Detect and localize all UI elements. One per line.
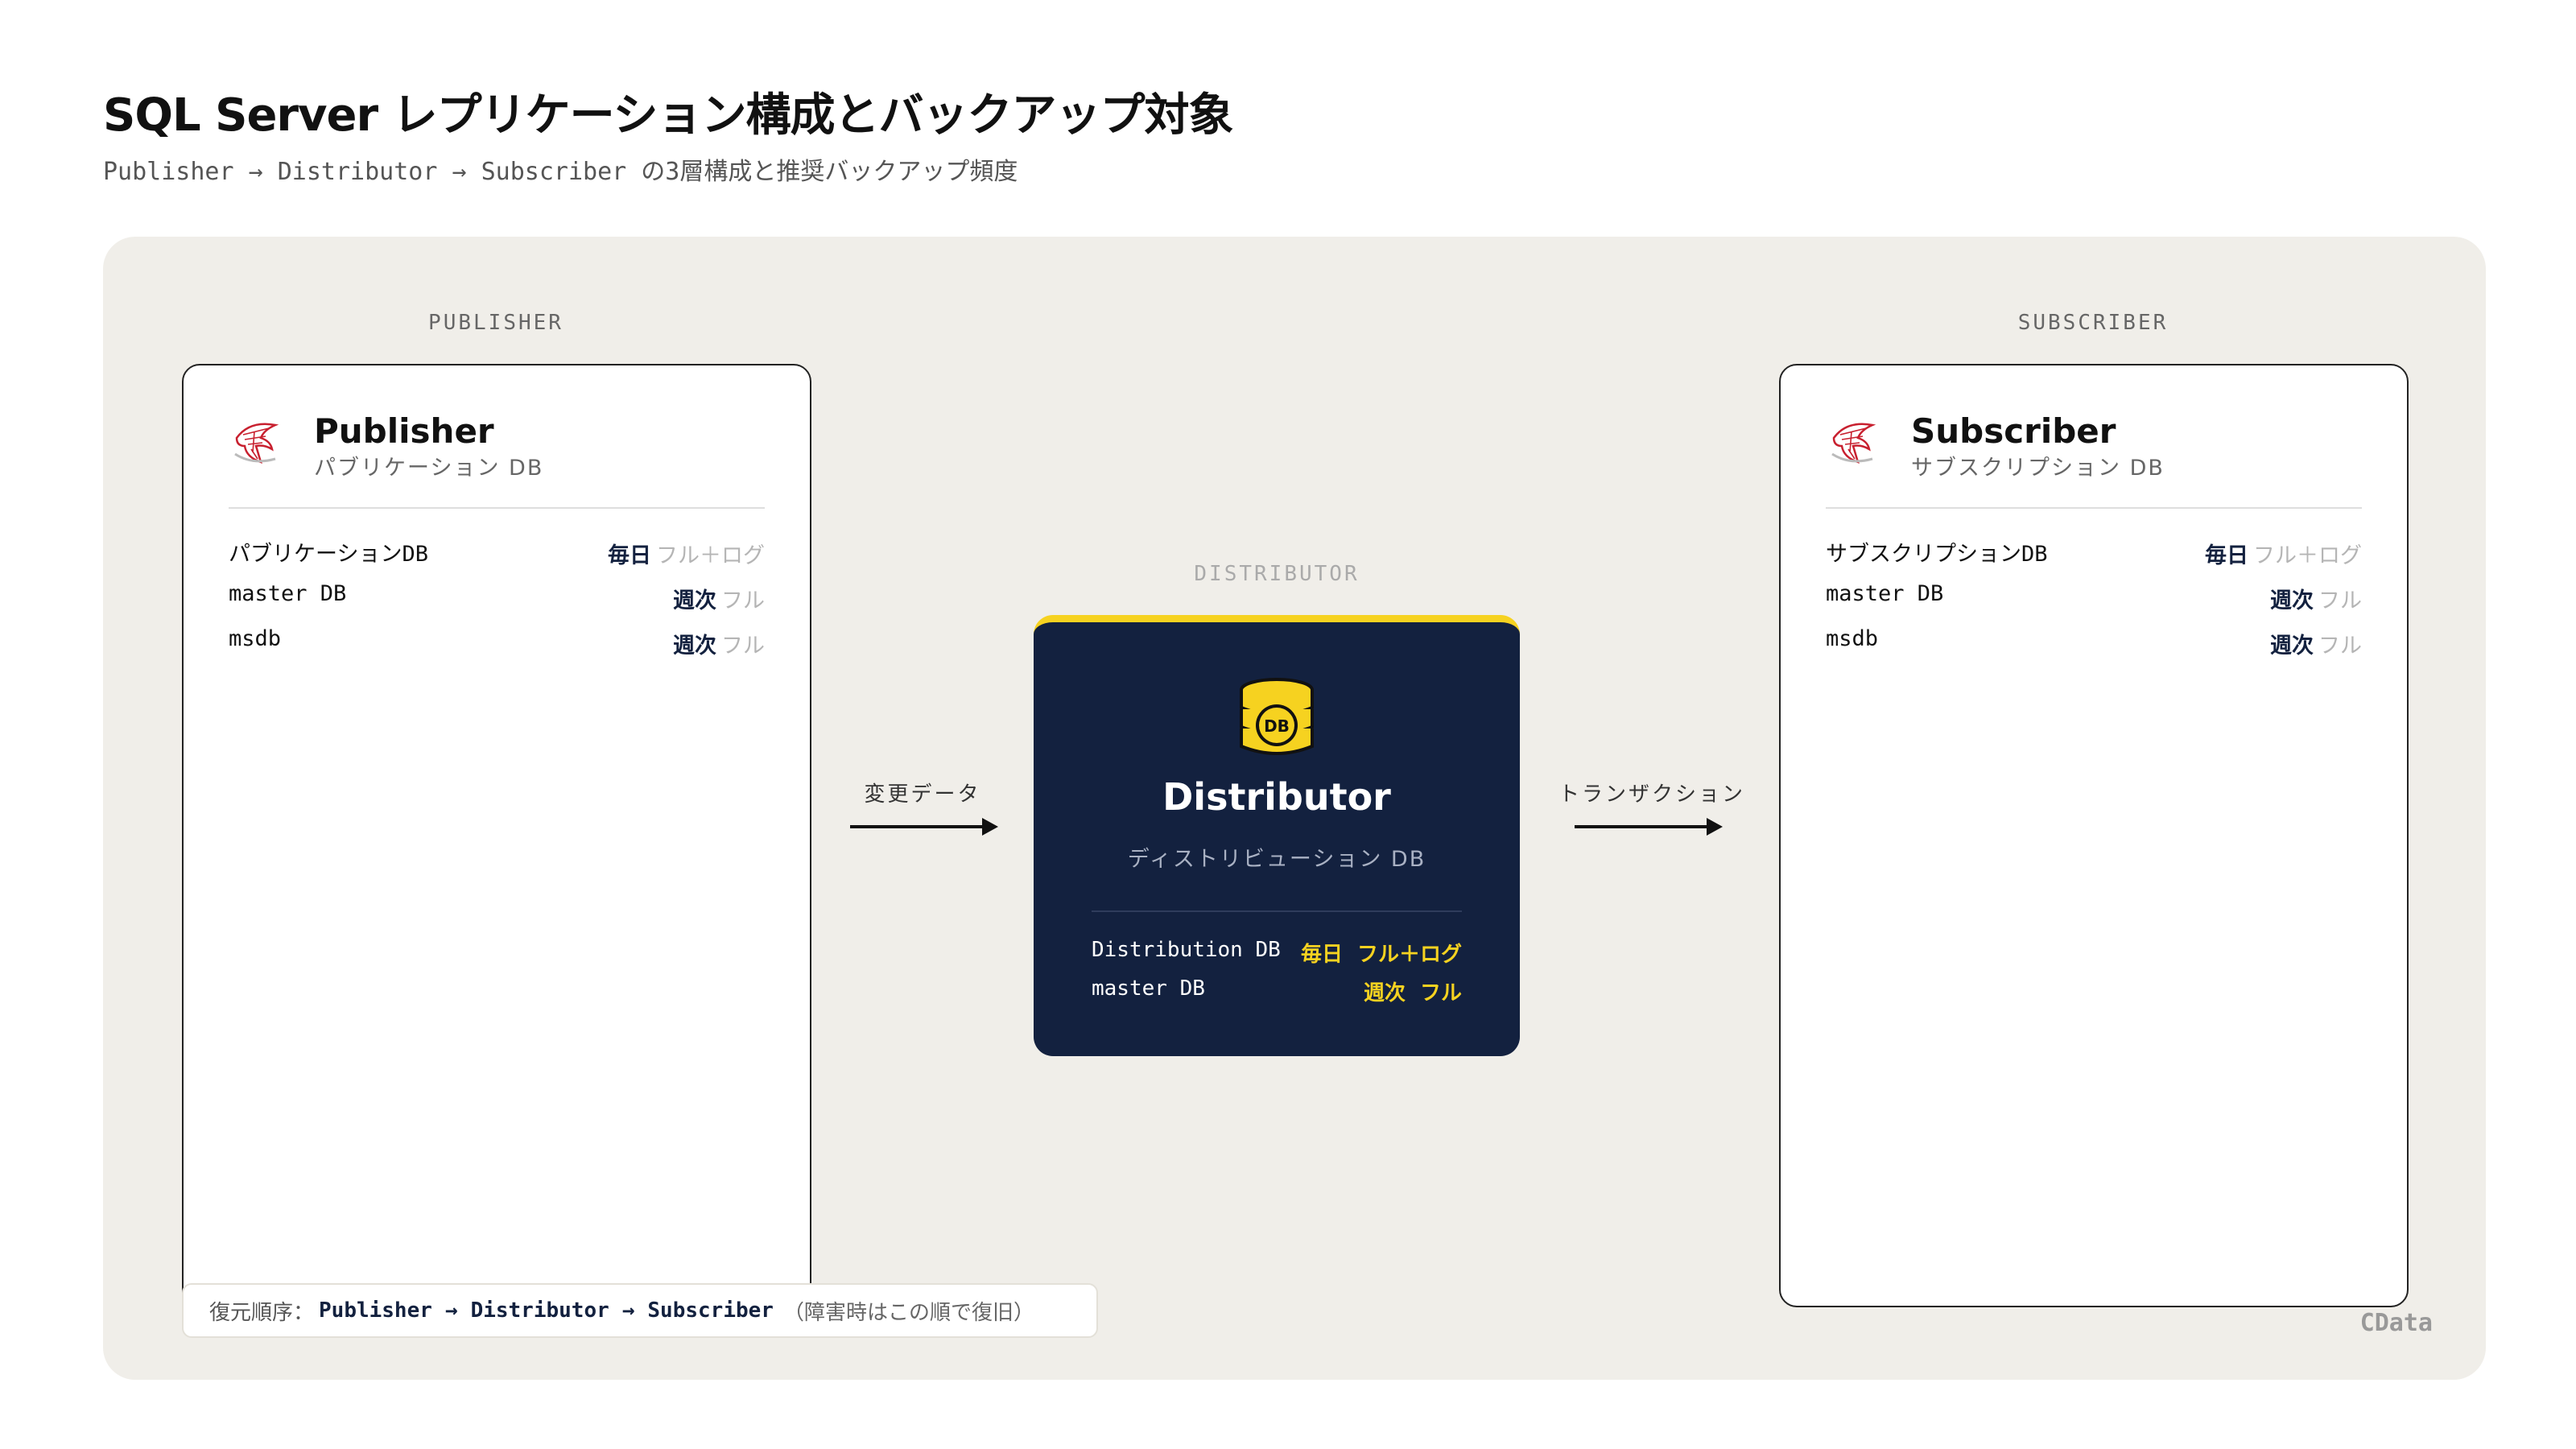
backup-frequency: 毎日 [1300,943,1343,967]
publisher-card: Publisher パブリケーション DB パブリケーションDB 毎日 フル＋ログ… [182,364,811,1314]
distributor-column-label: DISTRIBUTOR [1194,562,1360,586]
backup-frequency: 週次 [1363,981,1406,1005]
arrow-right-icon [850,818,998,836]
subscriber-card: Subscriber サブスクリプション DB サブスクリプションDB 毎日 フル… [1779,364,2409,1307]
db-name: msdb [1826,626,1879,651]
backup-type: フル [721,634,765,658]
sql-server-icon [1831,423,1876,464]
backup-frequency: 週次 [2270,588,2314,613]
arrow-label-change-data: 変更データ [864,782,981,807]
backup-type: フル＋ログ [656,543,765,568]
restore-order-note: 復元順序： Publisher → Distributor → Subscrib… [182,1283,1098,1338]
distributor-subtitle: ディストリビューション DB [1127,847,1426,872]
divider [1826,507,2362,509]
backup-type: フル＋ログ [1356,943,1462,967]
backup-row: msdb 週次 フル [1826,626,2362,671]
subscriber-column-label: SUBSCRIBER [2017,311,2169,335]
backup-type: フル [2318,588,2362,613]
backup-row: msdb 週次 フル [229,626,765,671]
database-icon-label: DB [1264,716,1290,736]
distributor-card: DB Distributor ディストリビューション DB Distributi… [1034,615,1520,1056]
db-name: パブリケーションDB [229,542,428,567]
backup-type: フル [1419,981,1462,1005]
backup-row: master DB 週次 フル [1092,976,1462,1009]
distributor-title: Distributor [1162,775,1391,819]
backup-frequency: 毎日 [2205,543,2248,568]
arrow-separator: → [444,1298,458,1323]
divider [229,507,765,509]
restore-step: Publisher [319,1298,432,1323]
db-name: master DB [1092,976,1205,1001]
restore-order-remark: （障害時はこの順で復旧） [782,1300,1034,1325]
backup-row: master DB 週次 フル [1826,581,2362,626]
page-subtitle: Publisher → Distributor → Subscriber の3層… [103,158,1018,186]
backup-row: パブリケーションDB 毎日 フル＋ログ [229,536,765,581]
publisher-title: Publisher [314,411,494,451]
backup-type: フル＋ログ [2253,543,2362,568]
restore-step: Distributor [470,1298,609,1323]
subscriber-subtitle: サブスクリプション DB [1911,456,2165,481]
backup-frequency: 週次 [673,588,716,613]
backup-frequency: 週次 [2270,634,2314,658]
db-name: Distribution DB [1092,938,1281,962]
backup-frequency: 毎日 [608,543,651,568]
subscriber-title: Subscriber [1911,411,2116,451]
db-name: サブスクリプションDB [1826,542,2048,567]
db-name: msdb [229,626,282,651]
publisher-subtitle: パブリケーション DB [314,456,544,481]
backup-row: master DB 週次 フル [229,581,765,626]
restore-step: Subscriber [647,1298,774,1323]
backup-frequency: 週次 [673,634,716,658]
database-icon: DB [1240,678,1314,755]
publisher-column-label: PUBLISHER [428,311,564,335]
arrow-separator: → [621,1298,635,1323]
backup-row: Distribution DB 毎日 フル＋ログ [1092,938,1462,970]
arrow-right-icon [1575,818,1723,836]
brand-logo: CData [2359,1309,2433,1337]
backup-type: フル [2318,634,2362,658]
restore-order-label: 復元順序： [209,1300,315,1325]
sql-server-icon [234,423,279,464]
backup-type: フル [721,588,765,613]
backup-row: サブスクリプションDB 毎日 フル＋ログ [1826,536,2362,581]
db-name: master DB [1826,581,1944,606]
db-name: master DB [229,581,347,606]
divider [1092,910,1462,912]
arrow-label-transaction: トランザクション [1558,782,1746,807]
page-title: SQL Server レプリケーション構成とバックアップ対象 [103,89,1234,142]
